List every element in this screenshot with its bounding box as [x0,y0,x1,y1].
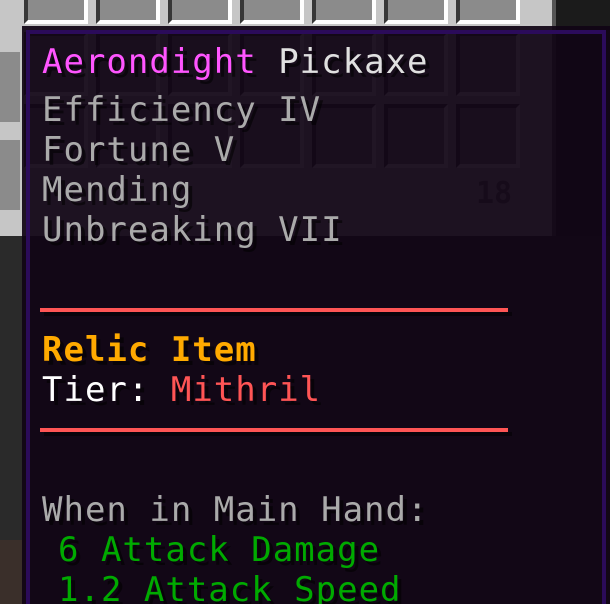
inventory-slot[interactable] [240,0,304,24]
inventory-slot[interactable] [312,0,376,24]
divider-line [40,308,508,312]
enchantment-line: Efficiency IV [42,90,322,130]
enchantment-line: Fortune V [42,130,236,170]
relic-label: Relic Item [42,330,257,370]
inventory-slot[interactable] [96,0,160,24]
tier-label: Tier: [42,370,150,410]
inventory-slot[interactable] [384,0,448,24]
item-tooltip: Aerondight Pickaxe Efficiency IV Fortune… [26,30,606,604]
item-name: Aerondight Pickaxe [42,42,428,82]
item-name-prefix: Aerondight [42,42,257,82]
inventory-slot[interactable] [0,140,20,210]
game-screen: 18 Aerondight Pickaxe Efficiency IV Fort… [0,0,610,604]
stat-line: 1.2 Attack Speed [58,570,402,604]
inventory-slot[interactable] [456,0,520,24]
divider-line [40,428,508,432]
tier-value: Mithril [170,370,322,410]
tier-line: Tier: Mithril [42,370,321,410]
inventory-slot[interactable] [24,0,88,24]
inventory-slot[interactable] [168,0,232,24]
stat-line: 6 Attack Damage [58,530,381,570]
enchantment-line: Mending [42,170,193,210]
inventory-row [24,0,520,24]
item-name-type: Pickaxe [278,42,429,82]
enchantment-line: Unbreaking VII [42,210,343,250]
inventory-slot[interactable] [0,52,20,122]
main-hand-header: When in Main Hand: [42,490,429,530]
world-block [0,540,28,604]
